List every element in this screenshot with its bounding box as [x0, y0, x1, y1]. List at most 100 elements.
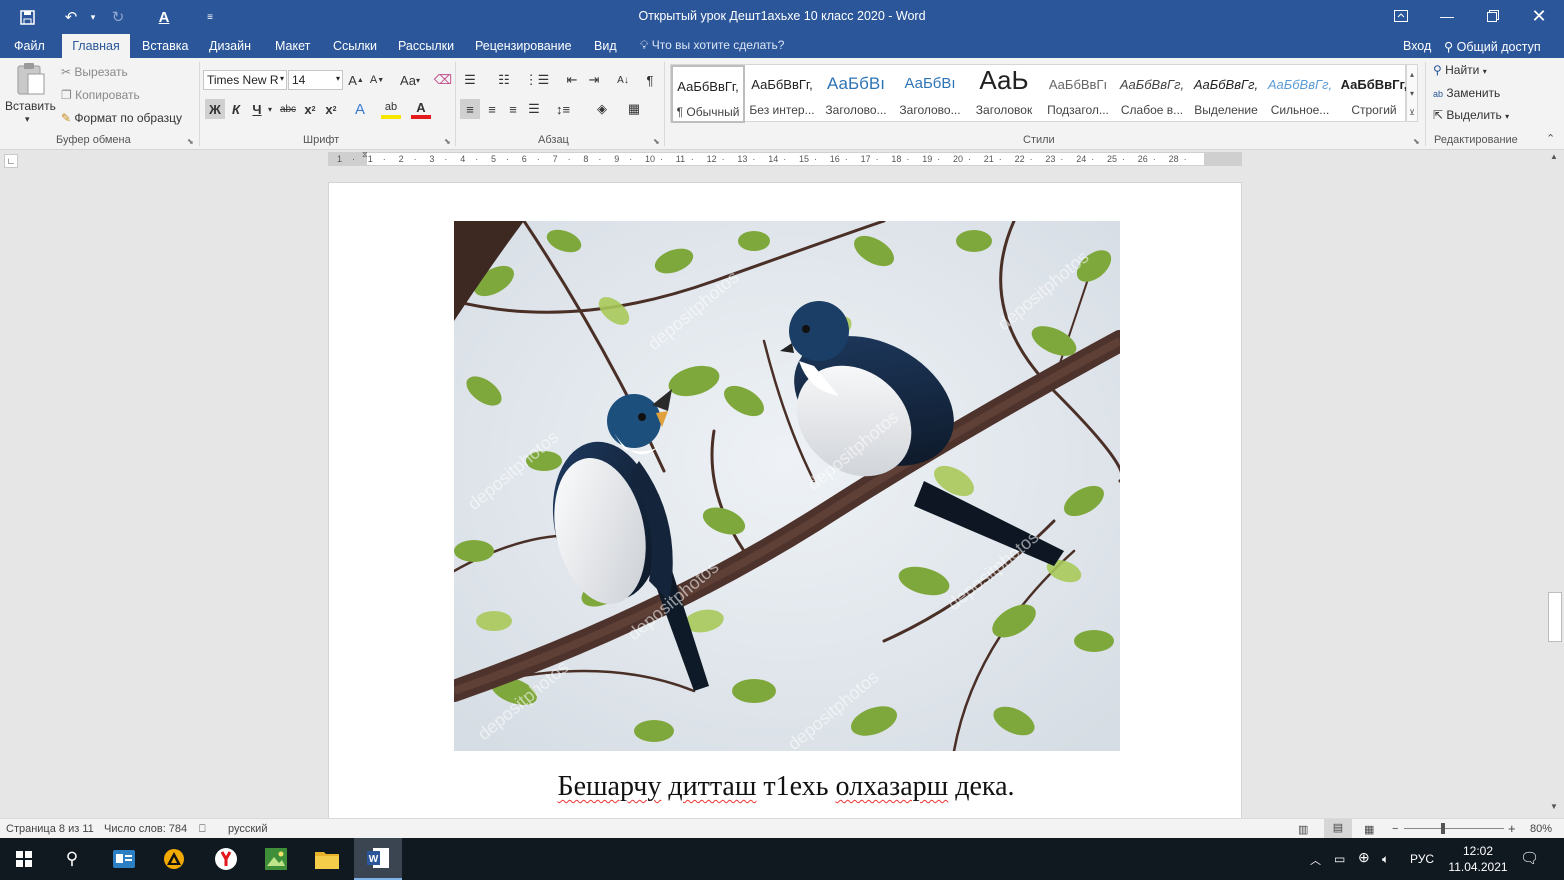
tell-me-search[interactable]: 💡︎ Что вы хотите сделать? — [640, 38, 784, 53]
copy-button[interactable]: ❐ Копировать — [61, 88, 140, 102]
bold-button[interactable]: Ж — [205, 99, 225, 119]
zoom-level[interactable]: 80% — [1530, 823, 1552, 835]
notifications-icon[interactable]: 🗨︎ — [1520, 849, 1539, 867]
print-layout-icon[interactable]: ▤ — [1324, 819, 1352, 838]
zoom-in-icon[interactable]: + — [1508, 821, 1516, 836]
style-no-spacing[interactable]: АаБбВвГг, Без интер... — [745, 65, 819, 123]
document-caption[interactable]: Бешарчу дитташ т1ехь олхазарш дека. — [329, 771, 1241, 803]
start-icon[interactable] — [0, 838, 48, 880]
aimp-icon[interactable] — [150, 838, 198, 880]
tab-design[interactable]: Дизайн — [199, 34, 261, 58]
strikethrough-icon[interactable]: abc — [278, 99, 298, 119]
horizontal-ruler[interactable]: 1 · 1 · 2 · 3 · 4 · 5 · 6 · 7 · 8 · 9 · 10 · 11 · 12 · 13 · 14 · 15 · 16… — [328, 152, 1242, 166]
format-painter-button[interactable]: ✎ Формат по образцу — [61, 111, 182, 125]
word-app-icon[interactable]: W — [354, 838, 402, 880]
page-indicator[interactable]: Страница 8 из 11 — [6, 823, 94, 835]
network-globe-icon[interactable]: ⊕ — [1358, 849, 1370, 866]
zoom-slider[interactable] — [1404, 828, 1504, 829]
style-heading-1[interactable]: АаБбВı Заголово... — [819, 65, 893, 123]
font-size-combo[interactable]: 14 ▾ — [288, 70, 343, 90]
select-button[interactable]: ⇱ Выделить ▾ — [1433, 108, 1509, 122]
swallows-photo[interactable]: depositphotos depositphotos depositphoto… — [454, 221, 1120, 751]
search-icon[interactable]: ⚲ — [48, 838, 96, 880]
multilevel-list-icon[interactable]: ⋮☰ — [525, 70, 550, 90]
align-center-icon[interactable]: ≡ — [482, 99, 502, 119]
minimize-icon[interactable]: — — [1424, 0, 1470, 32]
tab-insert[interactable]: Вставка — [132, 34, 198, 58]
style-emphasis[interactable]: АаБбВвГг, Выделение — [1189, 65, 1263, 123]
proofing-icon[interactable]: ⎕ — [199, 823, 206, 836]
scroll-up-icon[interactable]: ▲ — [1550, 152, 1558, 161]
style-normal[interactable]: АаБбВвГг, ¶ Обычный — [671, 65, 745, 123]
vertical-scrollbar[interactable]: ▲ ▼ — [1547, 150, 1564, 818]
shrink-font-icon[interactable]: A ▼ — [367, 70, 387, 90]
tab-view[interactable]: Вид — [584, 34, 627, 58]
styles-launcher-icon[interactable]: ⬊ — [1413, 137, 1420, 146]
paragraph-launcher-icon[interactable]: ⬊ — [653, 137, 660, 146]
word-count[interactable]: Число слов: 784 — [104, 823, 187, 835]
justify-icon[interactable]: ☰ — [524, 99, 544, 119]
subscript-icon[interactable]: x2 — [300, 99, 320, 119]
numbering-icon[interactable]: ☷ — [494, 70, 514, 90]
restore-icon[interactable] — [1470, 0, 1516, 32]
replace-button[interactable]: ab Заменить — [1433, 86, 1500, 100]
tab-layout[interactable]: Макет — [265, 34, 320, 58]
show-marks-icon[interactable]: ¶ — [640, 70, 660, 90]
superscript-icon[interactable]: x2 — [321, 99, 341, 119]
underline-dropdown-icon[interactable]: ▾ — [264, 99, 276, 119]
style-heading-2[interactable]: АаБбВı Заголово... — [893, 65, 967, 123]
highlight-icon[interactable]: ab — [381, 99, 401, 119]
tab-mailings[interactable]: Рассылки — [388, 34, 464, 58]
file-explorer-icon[interactable] — [303, 838, 351, 880]
share-button[interactable]: ⚲ Общий доступ — [1444, 39, 1541, 54]
align-left-icon[interactable]: ≡ — [460, 99, 480, 119]
contacts-app-icon[interactable] — [100, 838, 148, 880]
text-effects-icon[interactable]: A — [350, 99, 370, 119]
language-indicator[interactable]: русский — [228, 823, 267, 835]
italic-button[interactable]: К — [226, 99, 246, 119]
sort-icon[interactable]: A↓ — [613, 70, 633, 90]
paste-dropdown-icon[interactable]: ▾ — [25, 114, 30, 125]
style-intense-emphasis[interactable]: АаБбВвГг, Сильное... — [1263, 65, 1337, 123]
paste-icon[interactable] — [14, 62, 46, 96]
style-subtle-emphasis[interactable]: АаБбВвГг, Слабое в... — [1115, 65, 1189, 123]
signin-link[interactable]: Вход — [1403, 39, 1431, 53]
indent-marker-icon[interactable]: ⧖ — [362, 150, 368, 160]
input-language[interactable]: РУС — [1410, 852, 1434, 866]
align-right-icon[interactable]: ≡ — [503, 99, 523, 119]
bullets-icon[interactable]: ☰ — [460, 70, 480, 90]
increase-indent-icon[interactable]: ⇥ — [584, 70, 604, 90]
scrollbar-thumb[interactable] — [1548, 592, 1562, 642]
volume-icon[interactable]: 🔈︎ — [1382, 852, 1389, 867]
battery-icon[interactable]: ▭ — [1334, 852, 1345, 866]
style-strong[interactable]: АаБбВвГг, Строгий — [1337, 65, 1411, 123]
style-subtitle[interactable]: АаБбВвГı Подзагол... — [1041, 65, 1115, 123]
styles-scroll[interactable]: ▴ ▾ ⊻ — [1406, 64, 1418, 122]
font-name-combo[interactable]: Times New R ▾ — [203, 70, 287, 90]
borders-icon[interactable]: ▦ — [624, 99, 644, 119]
collapse-ribbon-icon[interactable]: ⌃ — [1546, 132, 1555, 145]
tab-review[interactable]: Рецензирование — [465, 34, 582, 58]
document-page[interactable]: depositphotos depositphotos depositphoto… — [328, 182, 1242, 822]
image-viewer-icon[interactable] — [252, 838, 300, 880]
clock[interactable]: 12:02 11.04.2021 — [1448, 843, 1508, 875]
tray-chevron-icon[interactable]: ︿ — [1310, 852, 1321, 868]
web-layout-icon[interactable]: ▦ — [1364, 823, 1374, 836]
find-button[interactable]: ⚲ Найти ▾ — [1433, 63, 1487, 77]
decrease-indent-icon[interactable]: ⇤ — [562, 70, 582, 90]
shading-icon[interactable]: ◈ — [592, 99, 612, 119]
cut-button[interactable]: ✂ Вырезать — [61, 65, 128, 79]
read-mode-icon[interactable]: ▥ — [1298, 823, 1308, 836]
grow-font-icon[interactable]: A ▲ — [346, 70, 366, 90]
line-spacing-icon[interactable]: ↕≡ — [553, 99, 573, 119]
tab-home[interactable]: Главная — [62, 34, 130, 58]
zoom-out-icon[interactable]: − — [1392, 823, 1398, 835]
clipboard-launcher-icon[interactable]: ⬊ — [187, 137, 194, 146]
yandex-browser-icon[interactable] — [202, 838, 250, 880]
style-title[interactable]: АаЬ Заголовок — [967, 65, 1041, 123]
zoom-slider-thumb[interactable] — [1441, 823, 1445, 834]
close-icon[interactable]: ✕ — [1516, 0, 1562, 32]
font-launcher-icon[interactable]: ⬊ — [444, 137, 451, 146]
tab-references[interactable]: Ссылки — [323, 34, 387, 58]
paste-button[interactable]: Вставить — [5, 99, 56, 113]
